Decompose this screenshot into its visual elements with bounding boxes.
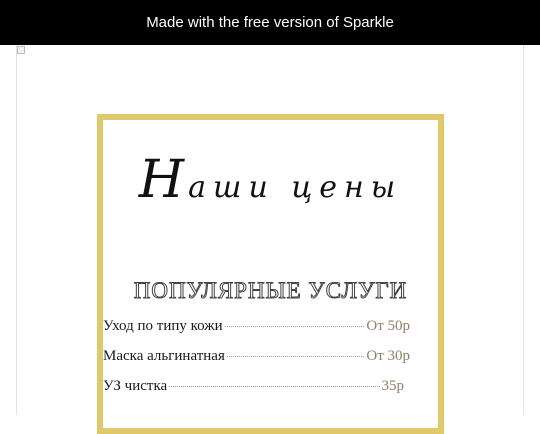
dot-leader xyxy=(169,385,380,387)
banner-text: Made with the free version of Sparkle xyxy=(146,14,394,31)
section-heading: ПОПУЛЯРНЫЕ УСЛУГИ xyxy=(133,278,408,304)
price-row: Маска альгинатная От 30р xyxy=(103,348,410,365)
price-card: Наши цены ПОПУЛЯРНЫЕ УСЛУГИ Уход по типу… xyxy=(97,114,444,434)
sparkle-banner[interactable]: Made with the free version of Sparkle xyxy=(0,0,540,45)
title-initial: Н xyxy=(138,150,189,210)
dot-leader xyxy=(224,325,365,327)
service-price: От 30р xyxy=(366,348,410,364)
title-rest: аши цены xyxy=(188,170,403,205)
dot-leader xyxy=(226,355,365,357)
broken-image-icon xyxy=(17,46,25,54)
price-title: Наши цены xyxy=(103,150,438,210)
service-price: От 50р xyxy=(366,318,410,334)
price-row: УЗ чистка 35р xyxy=(103,378,404,395)
service-name: Уход по типу кожи xyxy=(103,318,223,334)
service-name: Маска альгинатная xyxy=(103,348,225,364)
service-price: 35р xyxy=(381,378,405,394)
service-name: УЗ чистка xyxy=(103,378,168,394)
price-row: Уход по типу кожи От 50р xyxy=(103,318,410,335)
